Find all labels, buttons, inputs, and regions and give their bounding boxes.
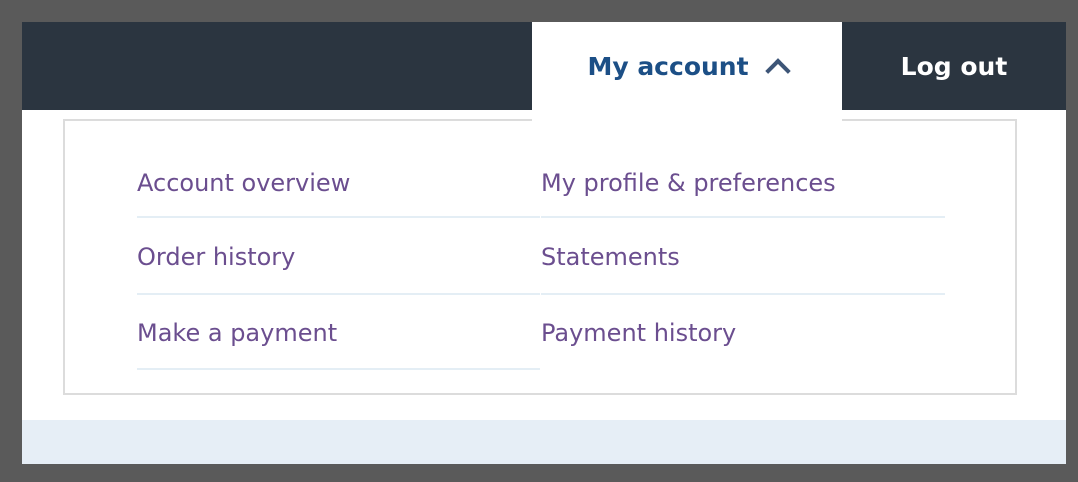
screenshot-frame: My account Log out Account overview Orde… [0, 0, 1078, 482]
menu-link-account-overview[interactable]: Account overview [137, 171, 350, 195]
divider [541, 293, 945, 295]
menu-link-payment-history[interactable]: Payment history [541, 321, 736, 345]
my-account-menu-toggle[interactable]: My account [532, 22, 842, 124]
page: My account Log out Account overview Orde… [22, 22, 1066, 464]
menu-link-statements[interactable]: Statements [541, 245, 680, 269]
menu-link-order-history[interactable]: Order history [137, 245, 295, 269]
divider [137, 368, 540, 370]
my-account-label: My account [587, 51, 749, 81]
divider [137, 293, 540, 295]
menu-link-my-profile-preferences[interactable]: My profile & preferences [541, 171, 836, 195]
divider [541, 216, 945, 218]
divider [137, 216, 540, 218]
log-out-link[interactable]: Log out [842, 22, 1066, 110]
chevron-up-icon [764, 58, 791, 84]
menu-link-make-a-payment[interactable]: Make a payment [137, 321, 337, 345]
page-content-band [22, 420, 1066, 464]
